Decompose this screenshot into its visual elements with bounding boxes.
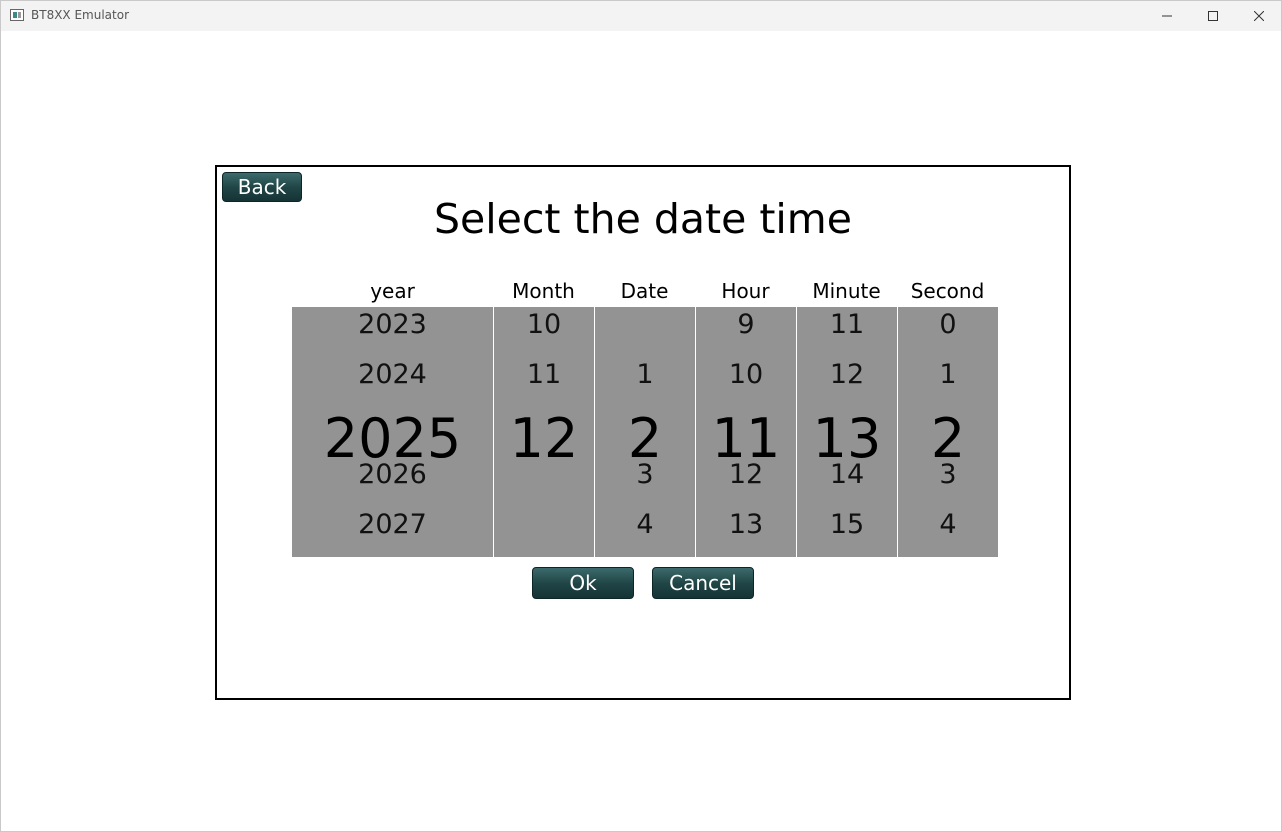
wheel-minute[interactable]: 11 12 14 15 13: [797, 307, 897, 557]
window-title: BT8XX Emulator: [31, 8, 129, 22]
wheel-item[interactable]: 10: [494, 309, 594, 340]
column-label-year: year: [370, 279, 415, 303]
minimize-icon: [1162, 15, 1172, 17]
wheel-item[interactable]: 2023: [292, 309, 493, 340]
wheel-item[interactable]: 12: [797, 359, 897, 390]
title-bar[interactable]: BT8XX Emulator: [1, 1, 1281, 31]
wheel-date[interactable]: 1 3 4 2: [595, 307, 695, 557]
close-icon: [1254, 11, 1264, 21]
maximize-icon: [1208, 11, 1218, 21]
page-title: Select the date time: [434, 195, 852, 243]
wheel-month[interactable]: 10 11 12: [494, 307, 594, 557]
wheel-item[interactable]: 1: [898, 359, 998, 390]
wheel-selected-hour[interactable]: 11: [696, 407, 796, 470]
app-icon: [10, 9, 24, 21]
close-button[interactable]: [1236, 1, 1282, 31]
cancel-button[interactable]: Cancel: [652, 567, 754, 599]
column-label-hour: Hour: [721, 279, 770, 303]
ok-button[interactable]: Ok: [532, 567, 634, 599]
emulator-window: BT8XX Emulator Back Select the date time…: [0, 0, 1282, 832]
wheel-selected-date[interactable]: 2: [595, 407, 695, 470]
wheel-item[interactable]: 13: [696, 509, 796, 540]
wheel-selected-year[interactable]: 2025: [292, 407, 493, 470]
wheel-selected-minute[interactable]: 13: [797, 407, 897, 470]
wheel-item[interactable]: 2027: [292, 509, 493, 540]
wheel-selected-month[interactable]: 12: [494, 407, 594, 470]
datetime-dialog: Back Select the date time year 2023 2024…: [215, 165, 1071, 700]
maximize-button[interactable]: [1190, 1, 1236, 31]
column-label-date: Date: [620, 279, 669, 303]
wheel-year[interactable]: 2023 2024 2026 2027 2025: [292, 307, 493, 557]
wheel-hour[interactable]: 9 10 12 13 11: [696, 307, 796, 557]
column-label-second: Second: [910, 279, 985, 303]
wheel-item[interactable]: 15: [797, 509, 897, 540]
wheel-selected-second[interactable]: 2: [898, 407, 998, 470]
wheel-item[interactable]: 9: [696, 309, 796, 340]
wheel-second[interactable]: 0 1 3 4 2: [898, 307, 998, 557]
minimize-button[interactable]: [1144, 1, 1190, 31]
wheel-item[interactable]: 0: [898, 309, 998, 340]
wheel-item[interactable]: 2024: [292, 359, 493, 390]
wheel-item[interactable]: 11: [797, 309, 897, 340]
column-label-minute: Minute: [812, 279, 881, 303]
column-label-month: Month: [512, 279, 575, 303]
wheel-item[interactable]: 10: [696, 359, 796, 390]
wheel-item[interactable]: 11: [494, 359, 594, 390]
wheel-item[interactable]: 1: [595, 359, 695, 390]
wheel-item[interactable]: 4: [898, 509, 998, 540]
wheel-item[interactable]: 4: [595, 509, 695, 540]
